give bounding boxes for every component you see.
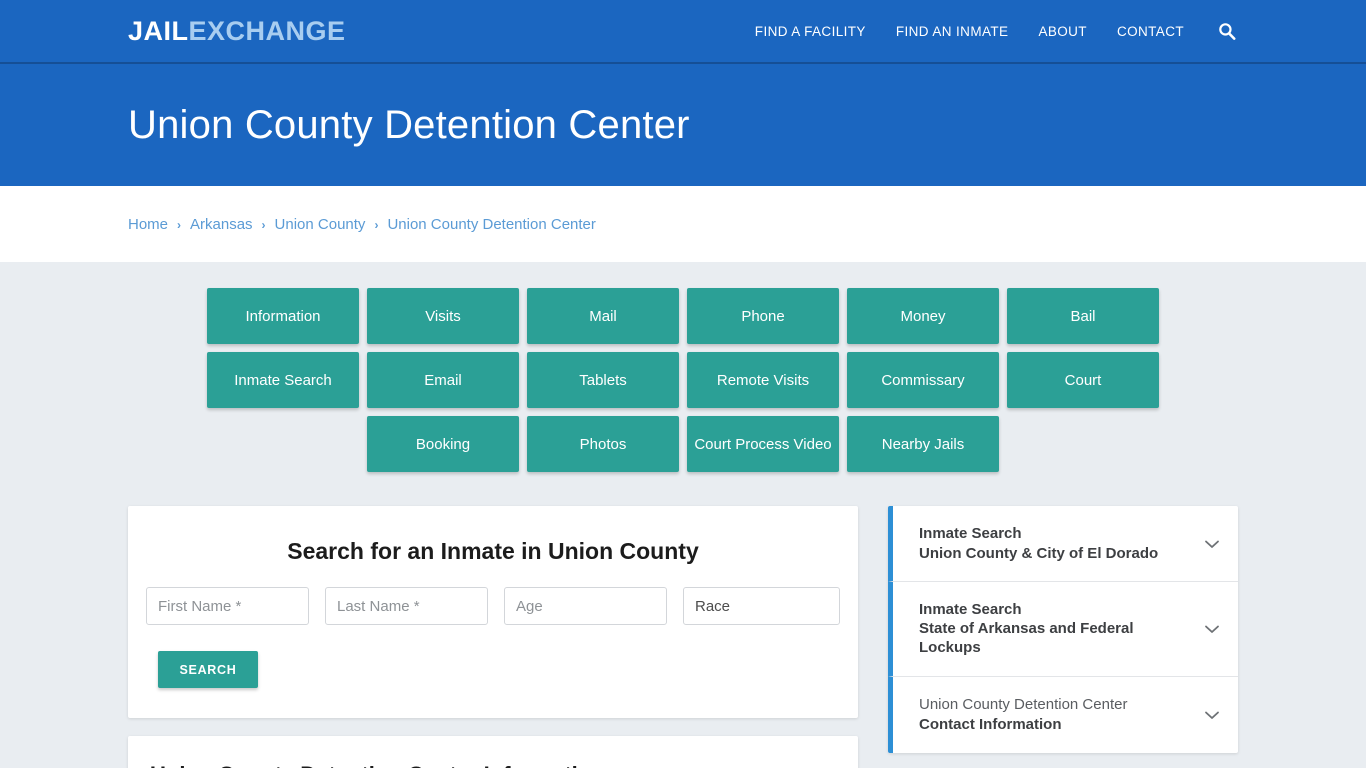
sidebar-accordion: Inmate Search Union County & City of El … — [888, 506, 1238, 753]
last-name-input[interactable] — [325, 587, 488, 625]
breadcrumb-item-current[interactable]: Union County Detention Center — [387, 216, 595, 233]
tile-mail[interactable]: Mail — [527, 288, 679, 344]
tile-bail[interactable]: Bail — [1007, 288, 1159, 344]
facility-information-card: Union County Detention Center Informatio… — [128, 736, 858, 768]
site-header: JAILEXCHANGE FIND A FACILITY FIND AN INM… — [0, 0, 1366, 64]
accordion-item-inmate-search-county[interactable]: Inmate Search Union County & City of El … — [888, 506, 1238, 582]
search-icon[interactable] — [1216, 20, 1238, 42]
sidebar-column: Inmate Search Union County & City of El … — [888, 506, 1238, 768]
tile-booking[interactable]: Booking — [367, 416, 519, 472]
inmate-search-card: Search for an Inmate in Union County Rac… — [128, 506, 858, 718]
content-columns: Search for an Inmate in Union County Rac… — [128, 506, 1238, 768]
inmate-search-form: Race — [146, 587, 840, 625]
tile-remote-visits[interactable]: Remote Visits — [687, 352, 839, 408]
facility-section-tiles: Information Visits Mail Phone Money Bail… — [135, 288, 1231, 472]
first-name-input[interactable] — [146, 587, 309, 625]
accordion-line-1: Inmate Search — [919, 525, 1022, 543]
accordion-item-label: Inmate Search State of Arkansas and Fede… — [919, 600, 1190, 658]
breadcrumb: Home › Arkansas › Union County › Union C… — [128, 216, 596, 233]
chevron-right-icon: › — [177, 218, 182, 232]
chevron-down-icon[interactable] — [1202, 534, 1222, 554]
site-logo[interactable]: JAILEXCHANGE — [128, 15, 346, 46]
logo-text-secondary: EXCHANGE — [188, 15, 346, 46]
accordion-line-2: State of Arkansas and Federal Lockups — [919, 620, 1134, 657]
accordion-item-contact-information[interactable]: Union County Detention Center Contact In… — [888, 676, 1238, 753]
hero-banner: Union County Detention Center — [0, 64, 1366, 186]
tile-court-process-video[interactable]: Court Process Video — [687, 416, 839, 472]
chevron-right-icon: › — [261, 218, 266, 232]
main-content: Information Visits Mail Phone Money Bail… — [0, 262, 1366, 768]
chevron-down-icon[interactable] — [1202, 619, 1222, 639]
tile-phone[interactable]: Phone — [687, 288, 839, 344]
tile-money[interactable]: Money — [847, 288, 999, 344]
breadcrumb-item-union-county[interactable]: Union County — [275, 216, 366, 233]
breadcrumb-bar: Home › Arkansas › Union County › Union C… — [0, 186, 1366, 262]
accordion-line-1: Union County Detention Center — [919, 696, 1128, 714]
accordion-line-1: Inmate Search — [919, 601, 1022, 618]
tile-information[interactable]: Information — [207, 288, 359, 344]
search-button[interactable]: SEARCH — [158, 651, 258, 688]
chevron-down-icon[interactable] — [1202, 705, 1222, 725]
nav-item-about[interactable]: ABOUT — [1038, 24, 1087, 39]
tile-photos[interactable]: Photos — [527, 416, 679, 472]
chevron-right-icon: › — [374, 218, 379, 232]
accordion-line-2: Contact Information — [919, 715, 1062, 733]
accordion-item-label: Union County Detention Center Contact In… — [919, 695, 1190, 733]
logo-text-primary: JAIL — [128, 15, 189, 46]
accordion-line-2: Union County & City of El Dorado — [919, 544, 1159, 562]
tile-commissary[interactable]: Commissary — [847, 352, 999, 408]
accordion-item-inmate-search-state[interactable]: Inmate Search State of Arkansas and Fede… — [888, 582, 1238, 677]
page-title: Union County Detention Center — [128, 102, 690, 147]
accordion-item-label: Inmate Search Union County & City of El … — [919, 524, 1190, 562]
primary-column: Search for an Inmate in Union County Rac… — [128, 506, 858, 768]
tile-court[interactable]: Court — [1007, 352, 1159, 408]
tile-nearby-jails[interactable]: Nearby Jails — [847, 416, 999, 472]
breadcrumb-item-home[interactable]: Home — [128, 216, 168, 233]
tile-visits[interactable]: Visits — [367, 288, 519, 344]
tile-email[interactable]: Email — [367, 352, 519, 408]
tile-inmate-search[interactable]: Inmate Search — [207, 352, 359, 408]
nav-item-contact[interactable]: CONTACT — [1117, 24, 1184, 39]
inmate-search-heading: Search for an Inmate in Union County — [287, 538, 699, 564]
age-input[interactable] — [504, 587, 667, 625]
tile-tablets[interactable]: Tablets — [527, 352, 679, 408]
facility-information-heading: Union County Detention Center Informatio… — [150, 762, 836, 768]
nav-item-find-an-inmate[interactable]: FIND AN INMATE — [896, 24, 1009, 39]
breadcrumb-item-arkansas[interactable]: Arkansas — [190, 216, 253, 233]
nav-item-find-a-facility[interactable]: FIND A FACILITY — [755, 24, 866, 39]
race-select[interactable]: Race — [683, 587, 840, 625]
main-navigation: FIND A FACILITY FIND AN INMATE ABOUT CON… — [755, 20, 1238, 42]
